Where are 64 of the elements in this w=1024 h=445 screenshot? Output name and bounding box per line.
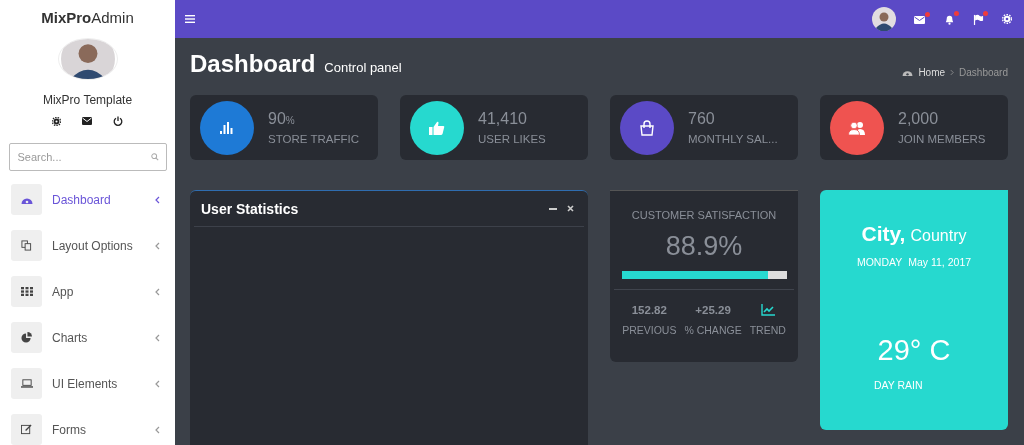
- laptop-icon: [20, 379, 33, 388]
- chevron-left-icon: [155, 241, 160, 250]
- city-name: City,: [861, 222, 906, 246]
- shopping-bag-icon: [639, 119, 655, 136]
- weather-condition: DAY RAIN: [874, 379, 923, 391]
- gauge-icon: [902, 68, 914, 77]
- chevron-left-icon: [155, 379, 160, 388]
- stat-label: STORE TRAFFIC: [268, 133, 359, 145]
- page-title: Dashboard: [190, 50, 316, 78]
- avatar-icon[interactable]: [872, 7, 896, 31]
- search-icon: [150, 153, 159, 161]
- menu-item[interactable]: Charts: [11, 322, 164, 353]
- settings-icon[interactable]: [52, 116, 61, 126]
- flag-icon[interactable]: [973, 13, 984, 25]
- weekday: MONDAY: [856, 256, 903, 268]
- panel-title: User Statistics: [201, 200, 300, 217]
- metric-value: 152.82: [631, 304, 667, 316]
- metric-label: TREND: [749, 324, 786, 336]
- page-subtitle: Control panel: [324, 60, 402, 75]
- stat-label: USER LIKES: [478, 133, 546, 145]
- chevron-left-icon: [155, 287, 160, 296]
- menu-item[interactable]: Dashboard: [11, 184, 164, 215]
- user-name: MixPro Template: [42, 93, 133, 107]
- stat-value: 90%: [268, 110, 296, 128]
- country-name: Country: [910, 227, 967, 245]
- menu-icon[interactable]: [185, 15, 195, 23]
- date: May 11, 2017: [908, 256, 972, 268]
- stat-value: 2,000: [898, 110, 940, 128]
- card-title: CUSTOMER SATISFACTION: [631, 209, 777, 221]
- minimize-icon[interactable]: [549, 207, 557, 210]
- mail-icon[interactable]: [82, 117, 92, 125]
- chevron-left-icon: [155, 333, 160, 342]
- metric-value: +25.29: [695, 304, 731, 316]
- thumbs-up-icon: [429, 120, 445, 135]
- breadcrumb-separator-icon: [950, 69, 955, 76]
- chevron-left-icon: [155, 195, 160, 204]
- chevron-left-icon: [155, 425, 160, 434]
- edit-icon: [21, 424, 32, 435]
- close-icon[interactable]: [567, 205, 574, 212]
- brand-logo[interactable]: MixProAdmin: [41, 9, 134, 26]
- metric-label: PREVIOUS: [622, 324, 677, 336]
- stat-value: 760: [688, 110, 716, 128]
- bar-chart-icon: [220, 121, 234, 134]
- power-icon[interactable]: [113, 116, 123, 126]
- stat-label: MONTHLY SAL...: [688, 133, 778, 145]
- search-field[interactable]: Search...: [8, 143, 167, 171]
- temperature: 29° C: [877, 334, 951, 367]
- menu-item[interactable]: Forms: [11, 414, 164, 445]
- breadcrumb-link[interactable]: Home: [918, 67, 946, 78]
- stat-label: JOIN MEMBERS: [898, 133, 986, 145]
- pie-chart-icon: [21, 332, 32, 343]
- copy-icon: [21, 240, 32, 251]
- users-icon: [848, 120, 866, 135]
- stat-value: 41,410: [478, 110, 528, 128]
- grid-icon: [20, 287, 33, 296]
- menu-item[interactable]: App: [11, 276, 164, 307]
- menu-item[interactable]: UI Elements: [11, 368, 164, 399]
- breadcrumb-current: Dashboard: [959, 67, 1008, 78]
- metric-label: % CHANGE: [684, 324, 742, 336]
- bell-icon[interactable]: [944, 13, 955, 25]
- menu-item[interactable]: Layout Options: [11, 230, 164, 261]
- mail-icon[interactable]: [914, 14, 926, 24]
- satisfaction-value: 88.9%: [665, 231, 743, 262]
- line-chart-icon: [760, 304, 775, 316]
